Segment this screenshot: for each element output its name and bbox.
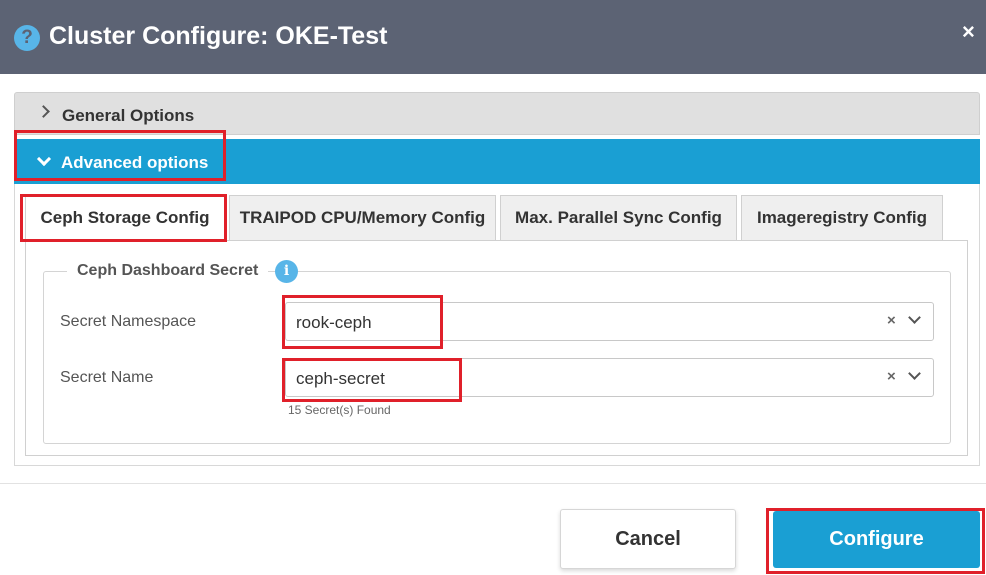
secret-name-value: ceph-secret — [296, 369, 385, 388]
question-circle-icon[interactable]: ? — [14, 25, 40, 51]
section-legend: Ceph Dashboard Secret — [67, 262, 269, 280]
tab-ceph-storage-config[interactable]: Ceph Storage Config — [25, 195, 225, 242]
accordion-advanced-options[interactable]: Advanced options — [14, 139, 980, 184]
chevron-right-icon — [37, 105, 50, 118]
secret-namespace-select[interactable]: rook-ceph × — [285, 302, 934, 341]
dialog-titlebar: ? Cluster Configure: OKE-Test × — [0, 0, 986, 74]
secret-name-select[interactable]: ceph-secret × — [285, 358, 934, 397]
chevron-down-icon — [36, 151, 52, 167]
close-icon[interactable]: × — [962, 20, 975, 44]
tab-traipod-cpu-memory-config[interactable]: TRAIPOD CPU/Memory Config — [229, 195, 496, 241]
clear-icon[interactable]: × — [887, 312, 896, 329]
configure-button[interactable]: Configure — [773, 511, 980, 568]
secrets-found-hint: 15 Secret(s) Found — [288, 403, 391, 417]
accordion-advanced-label: Advanced options — [61, 153, 209, 172]
dialog-title: Cluster Configure: OKE-Test — [49, 22, 388, 50]
tab-max-parallel-sync-config[interactable]: Max. Parallel Sync Config — [500, 195, 737, 241]
tab-imageregistry-config[interactable]: Imageregistry Config — [741, 195, 943, 241]
clear-icon[interactable]: × — [887, 368, 896, 385]
cancel-button[interactable]: Cancel — [560, 509, 736, 569]
secret-namespace-label: Secret Namespace — [60, 313, 197, 330]
accordion-general-label: General Options — [62, 106, 195, 125]
chevron-down-icon[interactable] — [908, 311, 921, 324]
footer-divider — [0, 483, 986, 484]
accordion-general-options[interactable]: General Options — [14, 92, 980, 135]
secret-namespace-value: rook-ceph — [296, 313, 372, 332]
chevron-down-icon[interactable] — [908, 367, 921, 380]
secret-name-label: Secret Name — [60, 369, 154, 386]
info-circle-icon[interactable]: i — [275, 260, 298, 283]
